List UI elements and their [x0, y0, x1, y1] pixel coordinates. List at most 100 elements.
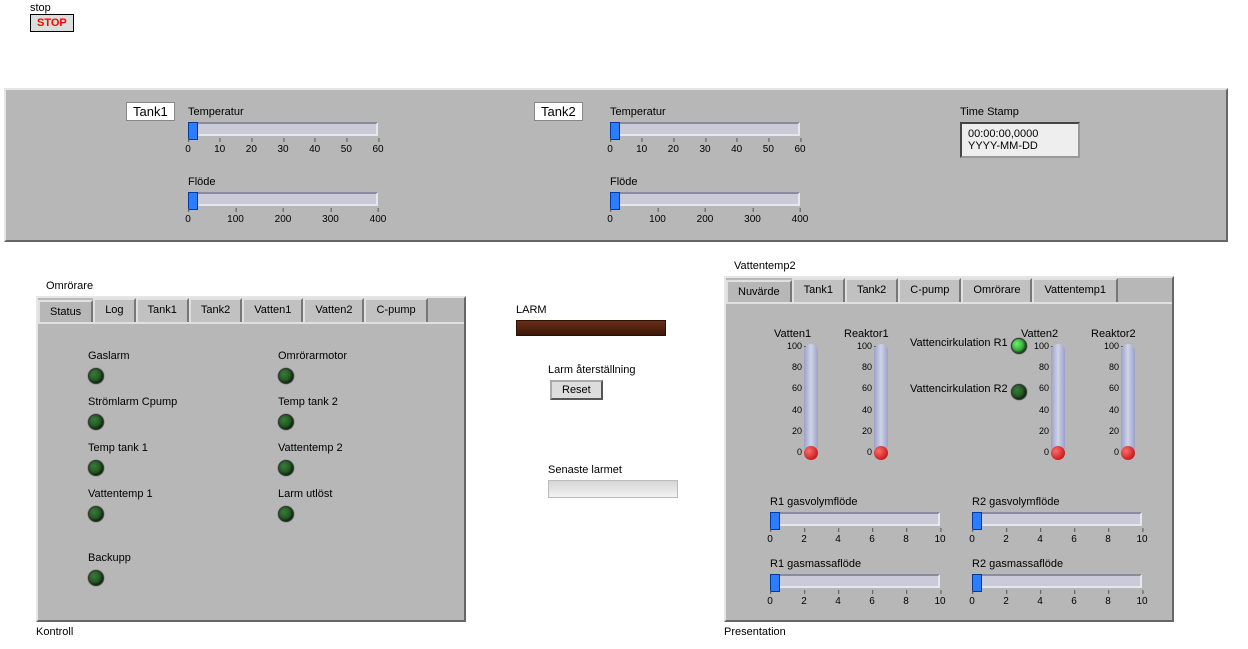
tank1-flow-slider[interactable]: Flöde 0100200300400 — [188, 176, 378, 228]
larm-reset-label: Larm återställning — [548, 364, 635, 376]
kontroll-tabs: StatusLogTank1Tank2Vatten1Vatten2C-pump — [38, 298, 464, 322]
tick: 0 — [185, 214, 191, 225]
tab-c-pump[interactable]: C-pump — [898, 278, 961, 302]
led-vattentemp-2: Vattentemp 2 — [278, 442, 343, 476]
led-indicator — [278, 368, 294, 384]
thermo-vatten1: Vatten1100806040200 — [774, 328, 824, 454]
r2-gasvolym-slider[interactable]: R2 gasvolymflöde 0246810 — [972, 496, 1142, 548]
tick: 200 — [697, 214, 714, 225]
latest-larm-field — [548, 480, 678, 498]
led-indicator — [88, 368, 104, 384]
tick: 2 — [801, 596, 807, 607]
tick: 8 — [1105, 534, 1111, 545]
stop-label: stop — [30, 2, 74, 14]
top-panel: Tank1 Temperatur 0 10 20 30 40 50 60 Flöde 0 10… — [4, 88, 1228, 242]
presentation-footer: Presentation — [724, 626, 786, 638]
tank2-flow-label: Flöde — [610, 176, 800, 188]
stop-button[interactable]: STOP — [30, 14, 74, 32]
led-indicator — [88, 570, 104, 586]
tank2-temp-slider[interactable]: Temperatur 0102030405060 — [610, 106, 800, 158]
tank1-label: Tank1 — [126, 102, 175, 121]
tab-omrörare[interactable]: Omrörare — [961, 278, 1032, 302]
tank1-temp-slider[interactable]: Temperatur 0102030405060 — [188, 106, 378, 158]
led-indicator — [278, 414, 294, 430]
tick: 10 — [1136, 596, 1147, 607]
tick: 50 — [341, 144, 352, 155]
tick: 0 — [969, 596, 975, 607]
tick: 30 — [699, 144, 710, 155]
tick: 4 — [1037, 534, 1043, 545]
r2-gasmassa-slider[interactable]: R2 gasmassaflöde 0246810 — [972, 558, 1142, 610]
tick: 200 — [275, 214, 292, 225]
tick: 6 — [1071, 534, 1077, 545]
tick: 300 — [322, 214, 339, 225]
tank1-temp-label: Temperatur — [188, 106, 378, 118]
tab-nuvärde[interactable]: Nuvärde — [726, 280, 792, 304]
tab-tank2[interactable]: Tank2 — [845, 278, 898, 302]
tick: 10 — [636, 144, 647, 155]
tick: 10 — [1136, 534, 1147, 545]
tick: 10 — [934, 534, 945, 545]
r1-gasvolym-slider[interactable]: R1 gasvolymflöde 0246810 — [770, 496, 940, 548]
tab-tank1[interactable]: Tank1 — [136, 298, 189, 322]
led-gaslarm: Gaslarm — [88, 350, 130, 384]
tick: 40 — [731, 144, 742, 155]
tab-vatten1[interactable]: Vatten1 — [242, 298, 303, 322]
tick: 0 — [607, 214, 613, 225]
reset-button[interactable]: Reset — [550, 380, 603, 400]
tick: 10 — [214, 144, 225, 155]
tab-vatten2[interactable]: Vatten2 — [303, 298, 364, 322]
timestamp-label: Time Stamp — [960, 106, 1080, 118]
tick: 4 — [1037, 596, 1043, 607]
circ-r1: Vattencirkulation R1 — [910, 332, 1027, 354]
tick: 2 — [1003, 534, 1009, 545]
larm-indicator — [516, 320, 666, 336]
circ-r2: Vattencirkulation R2 — [910, 378, 1027, 400]
tick: 8 — [903, 534, 909, 545]
tick: 6 — [1071, 596, 1077, 607]
tick: 0 — [767, 534, 773, 545]
tab-vattentemp1[interactable]: Vattentemp1 — [1032, 278, 1118, 302]
tick: 4 — [835, 596, 841, 607]
led-indicator — [278, 460, 294, 476]
led-omrörarmotor: Omrörarmotor — [278, 350, 347, 384]
led-indicator — [88, 460, 104, 476]
led-indicator — [88, 414, 104, 430]
tick: 2 — [1003, 596, 1009, 607]
tab-status[interactable]: Status — [38, 300, 93, 324]
tick: 60 — [372, 144, 383, 155]
tick: 2 — [801, 534, 807, 545]
led-temp-tank-2: Temp tank 2 — [278, 396, 338, 430]
tick: 6 — [869, 596, 875, 607]
kontroll-footer: Kontroll — [36, 626, 73, 638]
tab-tank1[interactable]: Tank1 — [792, 278, 845, 302]
led-strömlarm-cpump: Strömlarm Cpump — [88, 396, 177, 430]
tick: 100 — [227, 214, 244, 225]
tick: 50 — [763, 144, 774, 155]
tab-c-pump[interactable]: C-pump — [364, 298, 427, 322]
tick: 30 — [277, 144, 288, 155]
tick: 10 — [934, 596, 945, 607]
tick: 4 — [835, 534, 841, 545]
kontroll-panel: Omrörare StatusLogTank1Tank2Vatten1Vatte… — [36, 296, 466, 622]
latest-larm-label: Senaste larmet — [548, 464, 622, 476]
presentation-title: Vattentemp2 — [734, 260, 796, 272]
led-vattentemp-1: Vattentemp 1 — [88, 488, 153, 522]
tick: 0 — [767, 596, 773, 607]
tick: 8 — [903, 596, 909, 607]
tab-log[interactable]: Log — [93, 298, 135, 322]
tick: 300 — [744, 214, 761, 225]
tank1-flow-label: Flöde — [188, 176, 378, 188]
tick: 0 — [969, 534, 975, 545]
tank2-flow-slider[interactable]: Flöde 0100200300400 — [610, 176, 800, 228]
tick: 20 — [668, 144, 679, 155]
r1-gasmassa-slider[interactable]: R1 gasmassaflöde 0246810 — [770, 558, 940, 610]
tick: 0 — [185, 144, 191, 155]
tank2-temp-label: Temperatur — [610, 106, 800, 118]
tick: 20 — [246, 144, 257, 155]
led-larm-utlöst: Larm utlöst — [278, 488, 332, 522]
tick: 6 — [869, 534, 875, 545]
led-temp-tank-1: Temp tank 1 — [88, 442, 148, 476]
thermo-reaktor1: Reaktor1100806040200 — [844, 328, 894, 454]
tab-tank2[interactable]: Tank2 — [189, 298, 242, 322]
